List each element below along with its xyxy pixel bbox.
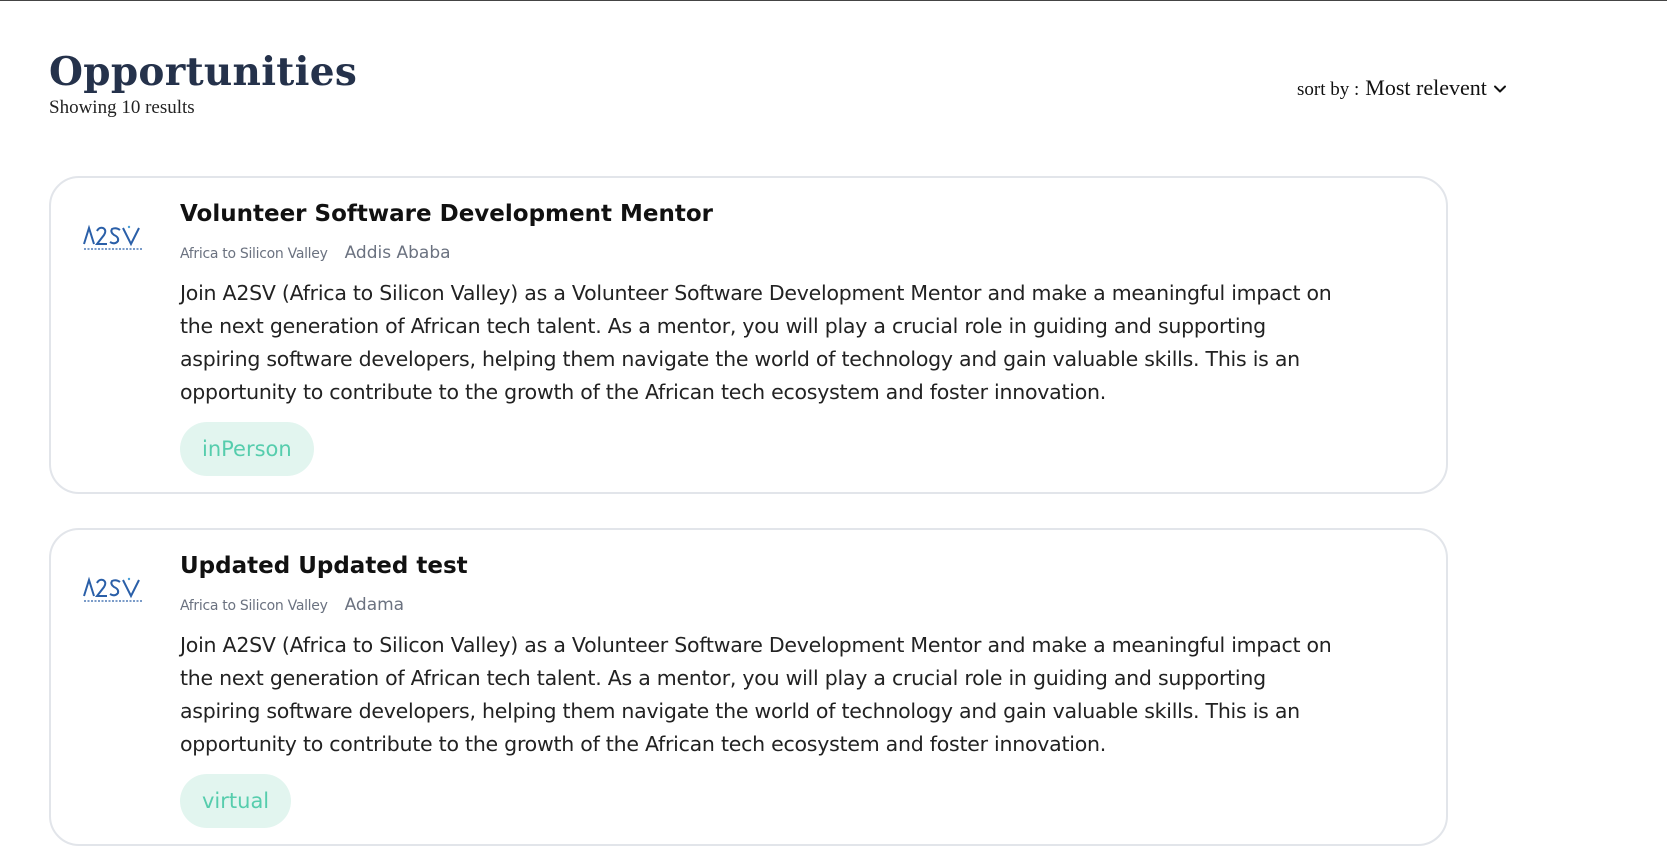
opportunity-description: Join A2SV (Africa to Silicon Valley) as … <box>180 633 1332 756</box>
sort-dropdown[interactable]: sort by : Most relevent <box>1297 75 1507 101</box>
opportunity-tag: virtual <box>180 774 292 828</box>
page-title: Opportunities <box>49 49 358 95</box>
company-name: Africa to Silicon Valley <box>180 598 328 614</box>
location: Addis Ababa <box>344 243 451 263</box>
company-logo <box>80 220 150 254</box>
opportunity-tag: inPerson <box>180 422 314 476</box>
page-header: Opportunities Showing 10 results <box>49 49 357 119</box>
result-count: Showing 10 results <box>49 97 195 118</box>
opportunity-title[interactable]: Updated Updated test <box>180 550 1340 582</box>
opportunity-description: Join A2SV (Africa to Silicon Valley) as … <box>180 281 1332 404</box>
opportunity-meta: Africa to Silicon Valley Adama <box>180 595 1340 615</box>
opportunity-title[interactable]: Volunteer Software Development Mentor <box>180 198 1340 230</box>
opportunity-meta: Africa to Silicon Valley Addis Ababa <box>180 243 1340 263</box>
location: Adama <box>344 595 405 615</box>
company-logo <box>80 572 150 606</box>
opportunity-card[interactable]: Volunteer Software Development Mentor Af… <box>49 176 1448 494</box>
sort-value[interactable]: Most relevent <box>1365 75 1487 101</box>
sort-label: sort by : <box>1297 79 1360 100</box>
company-name: Africa to Silicon Valley <box>180 246 328 262</box>
opportunity-card[interactable]: Updated Updated test Africa to Silicon V… <box>49 528 1448 846</box>
chevron-down-icon[interactable] <box>1493 82 1507 96</box>
